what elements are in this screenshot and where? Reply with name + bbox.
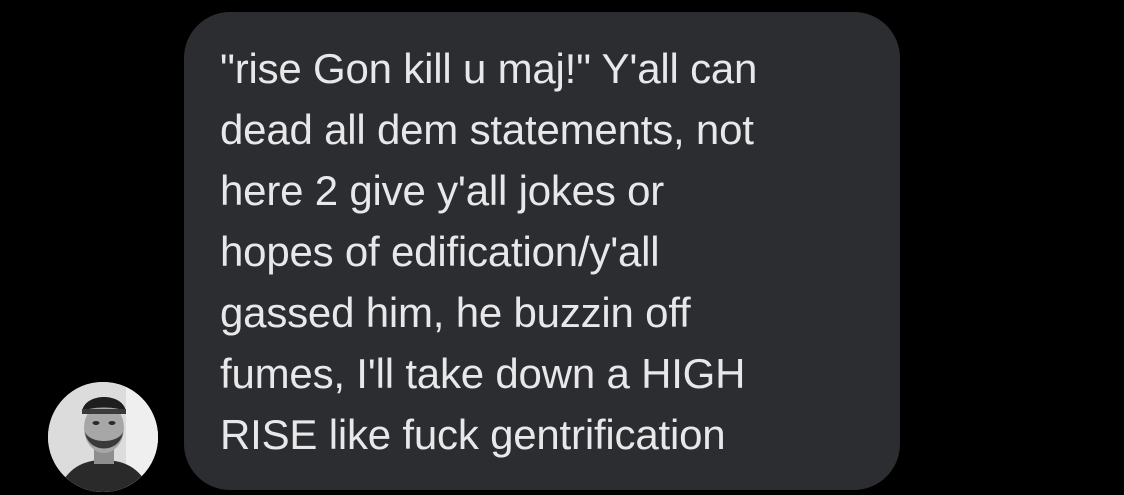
message-text-line: dead all dem statements, not: [220, 106, 754, 153]
message-text-line: here 2 give y'all jokes or: [220, 167, 665, 214]
conversation-thread: "rise Gon kill u maj!" Y'all can dead al…: [0, 0, 1124, 495]
message-bubble[interactable]: "rise Gon kill u maj!" Y'all can dead al…: [184, 12, 900, 490]
user-photo-avatar-icon: [48, 382, 158, 492]
message-text-line: RISE like fuck gentrification: [220, 411, 726, 458]
message-text-line: hopes of edification/y'all: [220, 228, 660, 275]
message-text-line: fumes, I'll take down a HIGH: [220, 350, 746, 397]
message-text-line: "rise Gon kill u maj!" Y'all can: [220, 45, 758, 92]
message-text-line: gassed him, he buzzin off: [220, 289, 691, 336]
sender-avatar[interactable]: [48, 382, 158, 492]
